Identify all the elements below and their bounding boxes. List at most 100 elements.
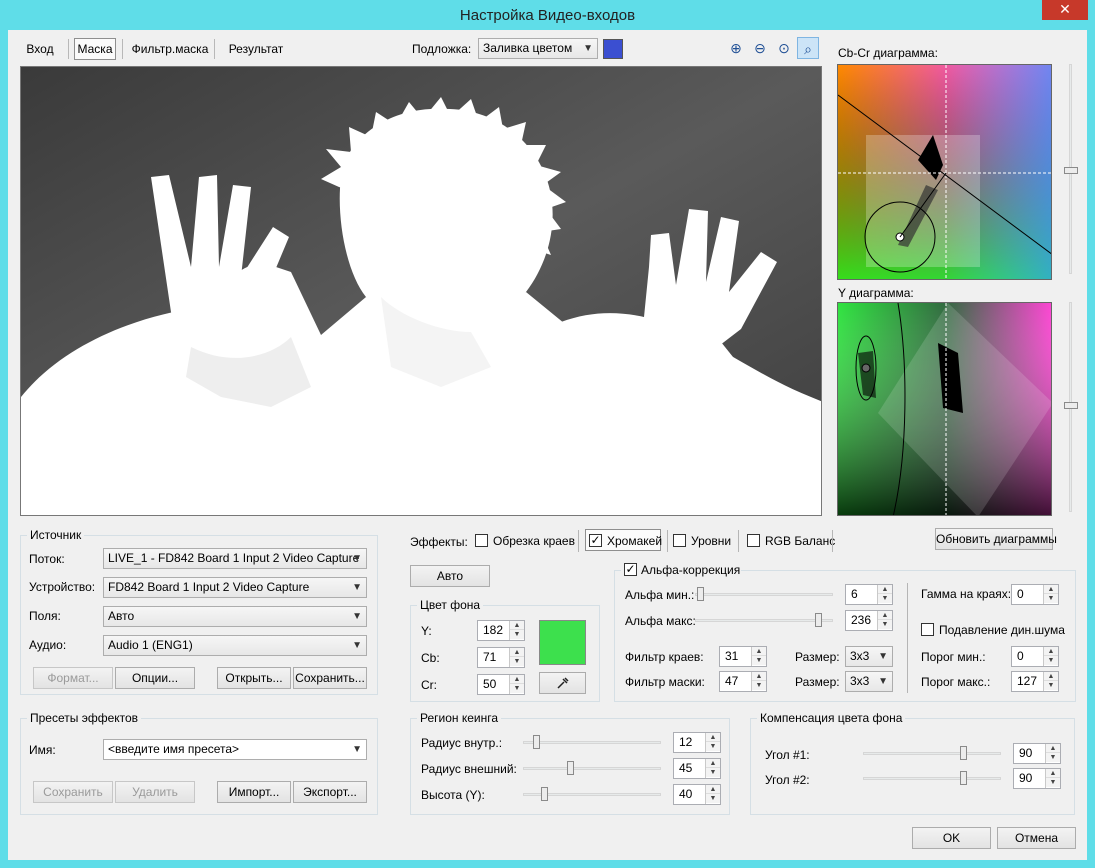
zoom-out-icon[interactable]: ⊖ [749, 37, 771, 59]
arrow-down-icon[interactable]: ▼ [1044, 681, 1058, 690]
angle2-stepper[interactable]: 90 ▲ ▼ [1013, 768, 1061, 789]
edge-gamma-stepper[interactable]: 0 ▲ ▼ [1011, 584, 1059, 605]
stream-select[interactable]: LIVE_1 - FD842 Board 1 Input 2 Video Cap… [103, 548, 367, 569]
preset-save-button[interactable]: Сохранить [33, 781, 113, 803]
format-button[interactable]: Формат... [33, 667, 113, 689]
slider-thumb[interactable] [959, 746, 967, 760]
arrow-down-icon[interactable]: ▼ [878, 594, 892, 603]
tab-result[interactable]: Результат [220, 38, 292, 60]
slider-thumb[interactable] [696, 587, 704, 601]
height-y-stepper[interactable]: 40 ▲ ▼ [673, 784, 721, 805]
mask-filter-size-select[interactable]: 3x3 ▼ [845, 671, 893, 692]
slider-thumb[interactable] [567, 761, 575, 775]
zoom-fit-icon[interactable]: ⌕ [797, 37, 819, 59]
audio-select[interactable]: Audio 1 (ENG1) ▼ [103, 635, 367, 656]
arrow-up-icon[interactable]: ▲ [878, 585, 892, 594]
alpha-max-slider[interactable] [695, 613, 833, 627]
chromakey-checkbox[interactable]: ✓ [589, 534, 602, 547]
ok-button[interactable]: OK [912, 827, 991, 849]
tab-input[interactable]: Вход [20, 38, 60, 60]
tab-mask[interactable]: Маска [74, 38, 116, 60]
bg-cr-stepper[interactable]: 50 ▲ ▼ [477, 674, 525, 695]
bg-y-stepper[interactable]: 182 ▲ ▼ [477, 620, 525, 641]
edge-trim-checkbox[interactable] [475, 534, 488, 547]
arrow-up-icon[interactable]: ▲ [706, 733, 720, 742]
arrow-down-icon[interactable]: ▼ [752, 656, 766, 665]
arrow-up-icon[interactable]: ▲ [1046, 744, 1060, 753]
y-zoom-slider[interactable] [1064, 302, 1078, 512]
arrow-down-icon[interactable]: ▼ [510, 684, 524, 693]
arrow-up-icon[interactable]: ▲ [752, 647, 766, 656]
arrow-up-icon[interactable]: ▲ [706, 759, 720, 768]
bg-cb-stepper[interactable]: 71 ▲ ▼ [477, 647, 525, 668]
arrow-down-icon[interactable]: ▼ [706, 742, 720, 751]
refresh-diagrams-button[interactable]: Обновить диаграммы [935, 528, 1057, 550]
arrow-down-icon[interactable]: ▼ [752, 681, 766, 690]
angle1-slider[interactable] [863, 746, 1001, 760]
alpha-min-slider[interactable] [695, 587, 833, 601]
auto-button[interactable]: Авто [410, 565, 490, 587]
zoom-in-icon[interactable]: ⊕ [725, 37, 747, 59]
arrow-up-icon[interactable]: ▲ [510, 675, 524, 684]
alpha-max-stepper[interactable]: 236 ▲ ▼ [845, 610, 893, 631]
alpha-min-stepper[interactable]: 6 ▲ ▼ [845, 584, 893, 605]
bg-color-swatch[interactable] [539, 620, 586, 665]
save-source-button[interactable]: Сохранить... [293, 667, 367, 689]
cbcr-diagram[interactable] [837, 64, 1052, 280]
arrow-up-icon[interactable]: ▲ [1044, 647, 1058, 656]
arrow-down-icon[interactable]: ▼ [1046, 753, 1060, 762]
slider-thumb[interactable] [815, 613, 823, 627]
arrow-down-icon[interactable]: ▼ [510, 657, 524, 666]
preset-name-select[interactable]: <введите имя пресета> ▼ [103, 739, 367, 760]
height-y-slider[interactable] [523, 787, 661, 801]
outer-radius-slider[interactable] [523, 761, 661, 775]
arrow-down-icon[interactable]: ▼ [878, 620, 892, 629]
cbcr-zoom-slider[interactable] [1064, 64, 1078, 274]
arrow-up-icon[interactable]: ▲ [752, 672, 766, 681]
alpha-correction-checkbox[interactable]: ✓ [624, 563, 637, 576]
mask-preview[interactable] [20, 66, 822, 516]
threshold-min-stepper[interactable]: 0 ▲ ▼ [1011, 646, 1059, 667]
arrow-up-icon[interactable]: ▲ [1044, 585, 1058, 594]
edge-filter-stepper[interactable]: 31 ▲ ▼ [719, 646, 767, 667]
slider-thumb[interactable] [1064, 402, 1078, 409]
arrow-up-icon[interactable]: ▲ [878, 611, 892, 620]
inner-radius-slider[interactable] [523, 735, 661, 749]
arrow-up-icon[interactable]: ▲ [510, 621, 524, 630]
preset-export-button[interactable]: Экспорт... [293, 781, 367, 803]
preset-import-button[interactable]: Импорт... [217, 781, 291, 803]
y-diagram[interactable] [837, 302, 1052, 516]
slider-thumb[interactable] [959, 771, 967, 785]
backdrop-select[interactable]: Заливка цветом ▼ [478, 38, 598, 59]
options-button[interactable]: Опции... [115, 667, 195, 689]
eyedropper-button[interactable] [539, 672, 586, 694]
device-select[interactable]: FD842 Board 1 Input 2 Video Capture ▼ [103, 577, 367, 598]
levels-checkbox[interactable] [673, 534, 686, 547]
edge-filter-size-select[interactable]: 3x3 ▼ [845, 646, 893, 667]
arrow-down-icon[interactable]: ▼ [510, 630, 524, 639]
cancel-button[interactable]: Отмена [997, 827, 1076, 849]
arrow-up-icon[interactable]: ▲ [510, 648, 524, 657]
arrow-down-icon[interactable]: ▼ [1046, 778, 1060, 787]
backdrop-color-swatch[interactable] [603, 39, 623, 59]
close-button[interactable]: ✕ [1042, 0, 1088, 20]
arrow-up-icon[interactable]: ▲ [1046, 769, 1060, 778]
angle1-stepper[interactable]: 90 ▲ ▼ [1013, 743, 1061, 764]
arrow-down-icon[interactable]: ▼ [706, 768, 720, 777]
outer-radius-stepper[interactable]: 45 ▲ ▼ [673, 758, 721, 779]
fields-select[interactable]: Авто ▼ [103, 606, 367, 627]
open-button[interactable]: Открыть... [217, 667, 291, 689]
arrow-down-icon[interactable]: ▼ [706, 794, 720, 803]
threshold-max-stepper[interactable]: 127 ▲ ▼ [1011, 671, 1059, 692]
mask-filter-stepper[interactable]: 47 ▲ ▼ [719, 671, 767, 692]
preset-delete-button[interactable]: Удалить [115, 781, 195, 803]
slider-thumb[interactable] [532, 735, 540, 749]
tab-filter-mask[interactable]: Фильтр.маска [128, 38, 212, 60]
noise-suppression-checkbox[interactable] [921, 623, 934, 636]
rgb-balance-checkbox[interactable] [747, 534, 760, 547]
angle2-slider[interactable] [863, 771, 1001, 785]
zoom-100-icon[interactable]: ⊙ [773, 37, 795, 59]
arrow-up-icon[interactable]: ▲ [706, 785, 720, 794]
slider-thumb[interactable] [541, 787, 549, 801]
arrow-up-icon[interactable]: ▲ [1044, 672, 1058, 681]
